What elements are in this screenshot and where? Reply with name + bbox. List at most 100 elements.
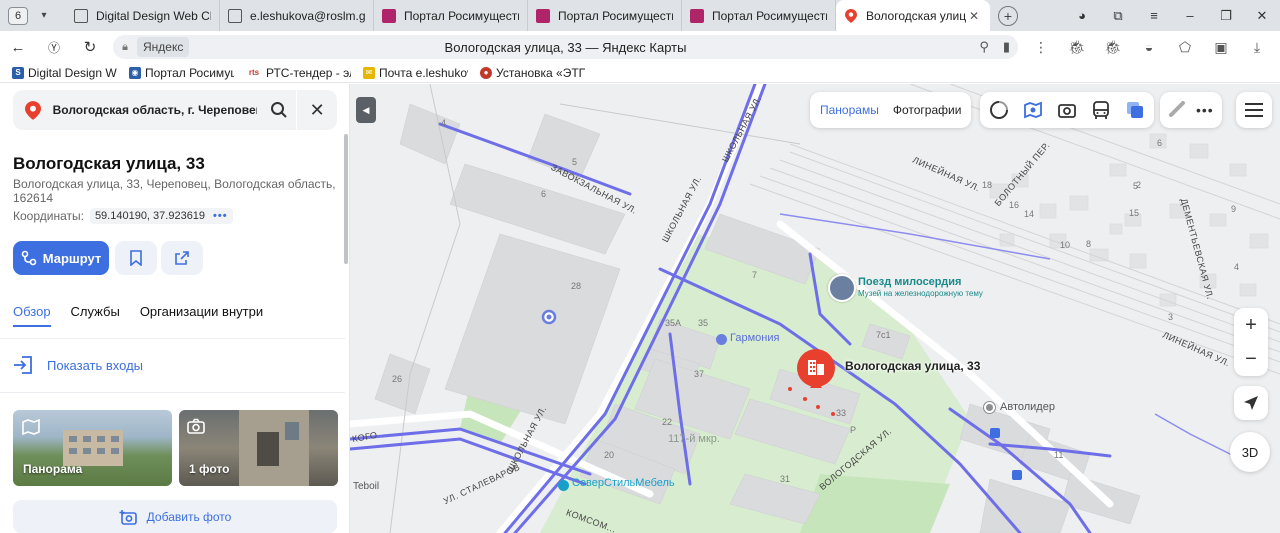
bookmark-rosim[interactable]: ◉ Портал Росимущества <box>129 66 234 80</box>
coordinates-row: Координаты: 59.140190, 37.923619 ••• <box>13 208 233 224</box>
bookmark-etp[interactable]: ● Установка «ЭТП и <box>480 66 585 80</box>
3d-toggle-button[interactable]: 3D <box>1230 432 1270 472</box>
poi-severstilmebel[interactable]: СеверСтильМебель <box>572 477 675 489</box>
route-button[interactable]: Маршрут <box>13 241 109 275</box>
tab-rosim-3[interactable]: Портал Росимущества <box>682 0 836 31</box>
bookmark-button[interactable] <box>115 241 157 275</box>
extension-icon[interactable]: ⬠ <box>1174 37 1196 57</box>
bookmark-icon: S <box>12 66 24 79</box>
coordinates-label: Координаты: <box>13 209 84 223</box>
chevron-down-icon[interactable]: ▾ <box>34 10 54 21</box>
new-tab-button[interactable]: + <box>998 5 1018 26</box>
camera-layer-icon[interactable] <box>1054 97 1080 123</box>
car-service-poi-icon[interactable] <box>984 402 995 413</box>
ruler-icon[interactable] <box>1168 100 1186 121</box>
bookmark-digital-design[interactable]: S Digital Design Web <box>12 66 117 80</box>
entrances-label: Показать входы <box>47 357 144 373</box>
panorama-icon <box>21 418 41 439</box>
close-tab-icon[interactable]: ✕ <box>966 9 982 23</box>
collections-icon[interactable]: ⧉ <box>1100 8 1136 24</box>
map-canvas[interactable]: 4 5 6 28 26 7 35А 35 37 22 20 31 33 7с1 … <box>350 84 1280 533</box>
search-box: Вологодская область, г. Череповец, ул. В… <box>13 90 337 130</box>
house-number: 9 <box>1231 204 1237 214</box>
more-vertical-icon[interactable]: ⋮ <box>1030 37 1052 57</box>
coordinates-chip[interactable]: 59.140190, 37.923619 ••• <box>89 208 233 224</box>
poi-train-museum-sub: Музей на железнодорожную тему <box>858 289 983 298</box>
share-button[interactable] <box>161 241 203 275</box>
extension-icon[interactable]: ▣ <box>1210 37 1232 57</box>
bus-stop-icon[interactable] <box>990 428 1000 438</box>
extension-icon[interactable]: 🐞︎ <box>1066 37 1088 57</box>
panorama-layer-icon[interactable] <box>1020 97 1046 123</box>
extension-icon[interactable]: 🐞︎ <box>1102 37 1124 57</box>
poi-avtolider[interactable]: Автолидер <box>1000 401 1055 413</box>
minimize-icon[interactable]: – <box>1172 8 1208 23</box>
reload-icon[interactable]: ↻ <box>72 38 108 56</box>
show-entrances-button[interactable]: Показать входы <box>13 356 143 374</box>
extension-icon[interactable]: ◒ <box>1138 37 1160 57</box>
layers-bar <box>980 92 1154 128</box>
add-photo-button[interactable]: Добавить фото <box>13 500 337 533</box>
poi-train-museum[interactable]: Поезд милосердия <box>858 276 961 288</box>
back-icon[interactable]: ← <box>0 39 36 56</box>
bookmark-mail[interactable]: ✉ Почта e.leshukova <box>363 66 468 80</box>
tab-services[interactable]: Службы <box>71 304 120 327</box>
place-address: Вологодская улица, 33, Череповец, Волого… <box>13 177 336 205</box>
marker-label: Вологодская улица, 33 <box>845 359 981 373</box>
photos-button[interactable]: Фотографии <box>893 103 962 117</box>
restore-icon[interactable]: ❐ <box>1208 8 1244 24</box>
shop-poi-icon[interactable] <box>716 334 727 345</box>
profile-icon[interactable]: ◕ <box>1064 8 1100 23</box>
location-icon[interactable]: ⚲ <box>979 39 989 55</box>
zoom-in-button[interactable]: + <box>1234 308 1268 342</box>
zoom-out-button[interactable]: − <box>1234 342 1268 376</box>
collapse-panel-button[interactable]: ◀ <box>356 97 376 123</box>
locate-me-button[interactable] <box>1234 386 1268 420</box>
house-number: 4 <box>441 118 447 128</box>
menu-icon[interactable]: ≡ <box>1136 8 1172 23</box>
close-icon[interactable]: ✕ <box>297 100 337 121</box>
close-window-icon[interactable]: ✕ <box>1244 8 1280 24</box>
more-icon[interactable]: ••• <box>1196 102 1214 118</box>
zoom-control: + − <box>1234 308 1268 376</box>
page-icon <box>74 8 88 23</box>
house-number: 37 <box>694 369 705 379</box>
house-number: 33 <box>836 408 847 418</box>
tab-yandex-maps[interactable]: Вологодская улица, 33 ✕ <box>836 0 990 31</box>
more-icon[interactable]: ••• <box>213 210 228 222</box>
tab-rosim-1[interactable]: Портал Росимущества <box>374 0 528 31</box>
tab-mail[interactable]: e.leshukova@roslm.gov <box>220 0 374 31</box>
yandex-icon[interactable]: Ⓨ <box>36 39 72 56</box>
bookmark-rts[interactable]: rts РТС-тендер - электронная <box>246 66 351 80</box>
panorama-toggle: Панорамы Фотографии <box>810 92 972 128</box>
search-icon[interactable] <box>261 101 297 119</box>
tab-digital-design[interactable]: Digital Design Web Client <box>66 0 220 31</box>
domain-chip[interactable]: Яндекс <box>137 37 190 57</box>
panoramas-button[interactable]: Панорамы <box>820 103 879 117</box>
traffic-layer-icon[interactable] <box>986 97 1012 123</box>
download-icon[interactable]: ⤓ <box>1246 37 1268 57</box>
poi-garmoniya[interactable]: Гармония <box>730 332 779 344</box>
tab-overview[interactable]: Обзор <box>13 304 51 327</box>
map-layers-icon[interactable] <box>1122 97 1148 123</box>
rosim-icon <box>690 8 704 23</box>
house-number: 6 <box>541 189 547 199</box>
search-input[interactable]: Вологодская область, г. Череповец, ул. В… <box>53 103 257 117</box>
add-photo-icon <box>119 509 137 525</box>
menu-button[interactable] <box>1236 92 1272 128</box>
photo-thumbnail[interactable]: 1 фото <box>179 410 338 486</box>
add-photo-label: Добавить фото <box>146 509 232 524</box>
furniture-poi-icon[interactable] <box>558 480 569 491</box>
place-marker-icon[interactable] <box>796 348 836 396</box>
tab-count-button[interactable]: 6 <box>8 6 28 25</box>
transit-layer-icon[interactable] <box>1088 97 1114 123</box>
scrollbar[interactable] <box>344 134 348 264</box>
bus-stop-icon[interactable] <box>1012 470 1022 480</box>
tab-organizations[interactable]: Организации внутри <box>140 304 263 327</box>
panorama-label: Панорама <box>23 462 83 476</box>
panorama-thumbnail[interactable]: Панорама <box>13 410 172 486</box>
url-field[interactable]: 🔒︎ Яндекс Вологодская улица, 33 — Яндекс… <box>113 35 1018 59</box>
bookmark-icon[interactable]: ▮ <box>1003 39 1010 55</box>
museum-poi-icon[interactable] <box>828 274 856 302</box>
tab-rosim-2[interactable]: Портал Росимущества <box>528 0 682 31</box>
